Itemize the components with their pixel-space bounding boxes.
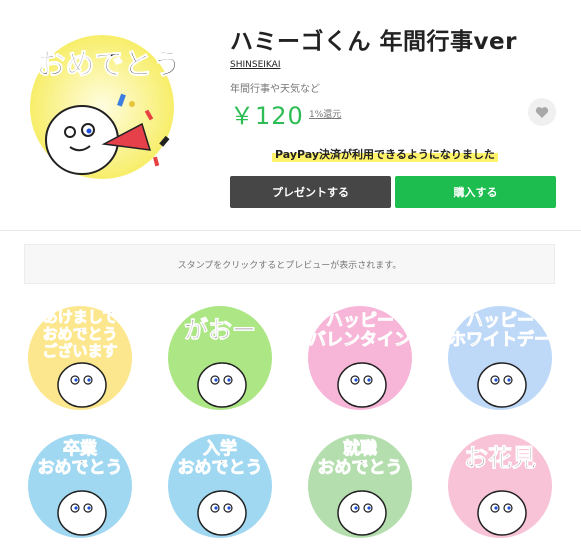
sticker-item[interactable]: がおー [160, 300, 280, 415]
sticker-text: ハッピー [326, 311, 394, 331]
sticker-item[interactable]: ハッピー ホワイトデー [440, 300, 560, 415]
product-header: おめでとう ハミーゴくん 年間行事ver SHINSEIKAI 年間行事や天気な… [0, 0, 581, 230]
sticker-text: ございます [42, 342, 117, 360]
author-link[interactable]: SHINSEIKAI [230, 60, 280, 70]
sticker-text: がおー [184, 316, 256, 344]
product-description: 年間行事や天気など [230, 84, 320, 95]
sticker-text: 卒業 [63, 438, 97, 459]
sticker-item[interactable]: 就職 おめでとう [300, 428, 420, 543]
sticker-text: おめでとう [178, 458, 263, 478]
sticker-text: バレンタイン [309, 330, 411, 350]
divider [0, 230, 581, 231]
favorite-button[interactable] [528, 98, 556, 126]
sticker-item[interactable]: 卒業 おめでとう [20, 428, 140, 543]
price: ￥120 [230, 102, 304, 130]
gift-button[interactable]: プレゼントする [230, 176, 391, 208]
product-title: ハミーゴくん 年間行事ver [230, 29, 517, 55]
sticker-item[interactable]: 入学 おめでとう [160, 428, 280, 543]
sticker-item[interactable]: ハッピー バレンタイン [300, 300, 420, 415]
sticker-text: お花見 [464, 444, 536, 472]
buy-button[interactable]: 購入する [395, 176, 556, 208]
sticker-text: 就職 [343, 438, 377, 459]
sticker-text: おめでとう [318, 458, 403, 478]
preview-notice: スタンプをクリックするとプレビューが表示されます。 [24, 244, 555, 284]
sticker-item[interactable]: お花見 [440, 428, 560, 543]
sticker-grid: あけまして おめでとう ございます がおー ハッピー バレンタイン ハッピー ホワイトデー 卒業… [0, 300, 581, 559]
sticker-text: おめでとう [38, 458, 123, 478]
sticker-text: あけまして [43, 308, 118, 326]
sticker-text: 入学 [203, 438, 237, 459]
sticker-text: ホワイトデー [449, 329, 551, 350]
sticker-text: おめでとう [42, 325, 117, 343]
rebate-link[interactable]: 1%還元 [309, 107, 341, 120]
main-sticker-image: おめでとう [22, 32, 197, 182]
sticker-text: ハッピー [466, 311, 534, 331]
paypay-notice: PayPay決済が利用できるようになりました [272, 146, 498, 162]
heart-icon [535, 106, 549, 118]
main-art-text: おめでとう [36, 47, 181, 81]
sticker-item[interactable]: あけまして おめでとう ございます [20, 300, 140, 415]
